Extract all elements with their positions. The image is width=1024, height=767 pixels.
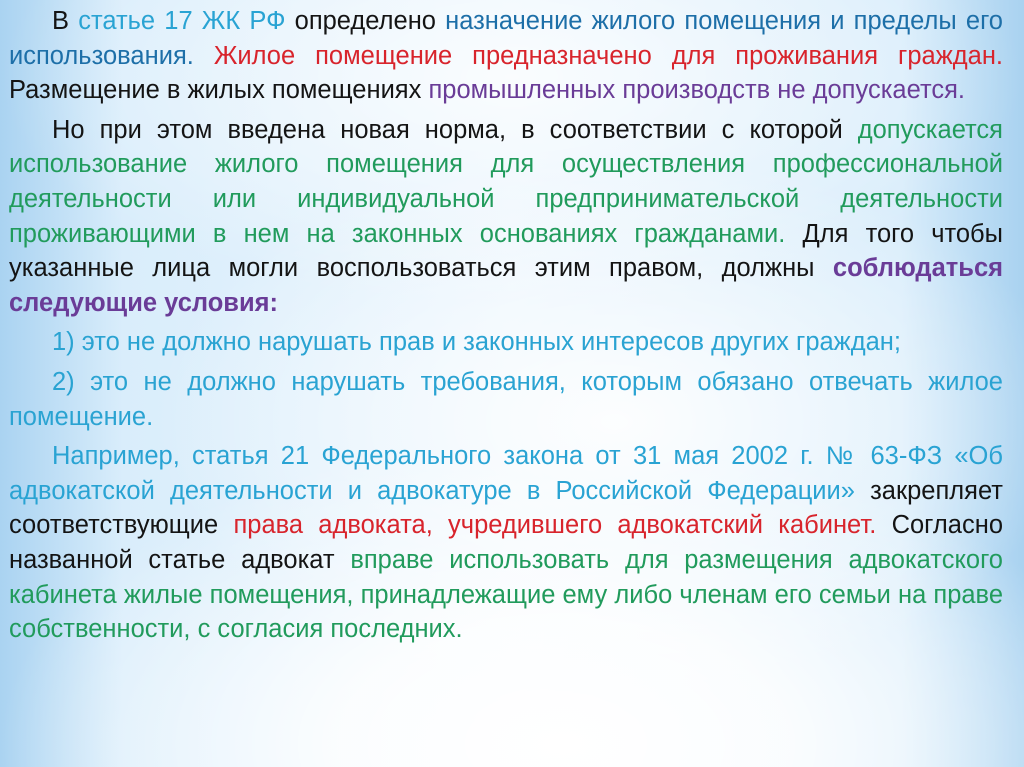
text-segment: Размещение в жилых помещениях <box>9 76 429 105</box>
slide-text-body: В статье 17 ЖК РФ определено назначение … <box>9 4 1003 652</box>
text-segment: промышленных производств не допускается. <box>428 76 965 105</box>
text-segment <box>194 42 214 70</box>
text-segment: определено <box>285 7 446 35</box>
condition-text: 1) это не должно нарушать прав и законны… <box>52 328 901 357</box>
condition-item-1: 1) это не должно нарушать прав и законны… <box>9 325 1003 360</box>
highlight-lawyer-rights: права адвоката, учредившего адвокатский … <box>233 511 877 540</box>
condition-item-2: 2) это не должно нарушать требования, ко… <box>9 365 1003 434</box>
condition-text: 2) это не должно нарушать требования, ко… <box>9 367 1003 431</box>
paragraph-example: Например, статья 21 Федерального закона … <box>9 439 1003 647</box>
text-segment: В <box>52 7 79 35</box>
highlight-purpose: Жилое помещение предназначено для прожив… <box>213 41 1003 70</box>
paragraph-new-norm: Но при этом введена новая норма, в соотв… <box>9 113 1003 321</box>
paragraph-article-17: В статье 17 ЖК РФ определено назначение … <box>9 4 1003 108</box>
text-segment: Но при этом введена новая норма, в соотв… <box>52 115 858 144</box>
law-reference: Например, статья 21 Федерального закона … <box>9 442 1003 505</box>
article-reference: статье 17 ЖК РФ <box>78 7 286 35</box>
